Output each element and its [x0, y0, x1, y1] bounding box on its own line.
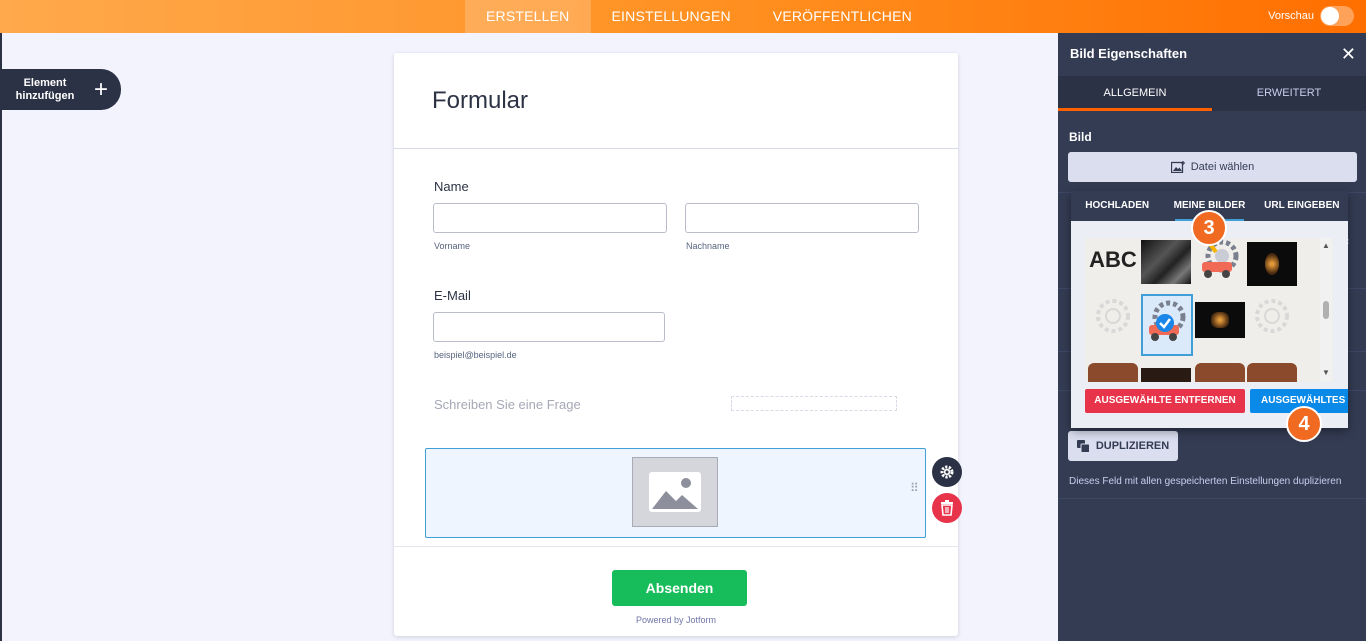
form-footer: Absenden Powered by Jotform	[394, 546, 958, 636]
tab-allgemein[interactable]: ALLGEMEIN	[1058, 76, 1212, 111]
tab-erstellen[interactable]: ERSTELLEN	[465, 0, 591, 33]
image-thumb[interactable]	[1195, 363, 1245, 382]
top-bar: ERSTELLEN EINSTELLUNGEN VERÖFFENTLICHEN …	[0, 0, 1366, 33]
submit-button[interactable]: Absenden	[612, 570, 747, 606]
tab-erweitert[interactable]: ERWEITERT	[1212, 76, 1366, 111]
add-element-label: Element hinzufügen	[15, 76, 75, 102]
builder-tabs: ERSTELLEN EINSTELLUNGEN VERÖFFENTLICHEN	[465, 0, 933, 33]
last-name-input[interactable]	[685, 203, 919, 233]
step-badge-4: 4	[1286, 406, 1322, 442]
duplicate-description: Dieses Feld mit allen gespeicherten Eins…	[1069, 476, 1342, 487]
form-card: Formular Name Vorname Nachname E-Mail be…	[394, 53, 958, 636]
tab-veroeffentlichen[interactable]: VERÖFFENTLICHEN	[752, 0, 933, 33]
left-edge-strip	[0, 33, 2, 641]
first-name-sublabel: Vorname	[434, 241, 471, 251]
scroll-up-icon[interactable]: ▲	[1322, 241, 1330, 250]
email-input[interactable]	[433, 312, 665, 342]
abc-thumb-text: ABC	[1089, 247, 1137, 272]
image-field[interactable]: ⠿	[425, 448, 926, 538]
preview-toggle[interactable]	[1320, 6, 1354, 26]
form-title[interactable]: Formular	[432, 87, 528, 115]
gear-outline-icon	[1255, 299, 1289, 333]
add-element-button[interactable]: Element hinzufügen +	[0, 69, 121, 110]
first-name-input[interactable]	[433, 203, 667, 233]
toggle-knob	[1321, 7, 1339, 25]
step-badge-3: 3	[1191, 210, 1227, 246]
image-thumb[interactable]	[1141, 368, 1191, 382]
drag-handle-icon[interactable]: ⠿	[910, 482, 920, 494]
duplicate-label: DUPLIZIEREN	[1095, 440, 1170, 452]
form-header: Formular	[394, 53, 958, 149]
lamp-shape	[1265, 253, 1279, 275]
gear-outline-icon	[1096, 299, 1130, 333]
scroll-down-icon[interactable]: ▼	[1322, 368, 1330, 377]
delete-field-button[interactable]	[932, 493, 962, 523]
gear-car-icon	[1149, 300, 1186, 341]
tab-hochladen[interactable]: HOCHLADEN	[1071, 191, 1163, 221]
tab-einstellungen[interactable]: EINSTELLUNGEN	[591, 0, 752, 33]
trash-icon	[941, 500, 953, 516]
panel-tabs: ALLGEMEIN ERWEITERT	[1058, 76, 1366, 111]
choose-file-label: Datei wählen	[1190, 161, 1255, 173]
tab-url-eingeben[interactable]: URL EINGEBEN	[1256, 191, 1348, 221]
preview-control: Vorschau	[1268, 6, 1354, 26]
preview-label: Vorschau	[1268, 10, 1314, 22]
image-thumb[interactable]	[1088, 294, 1138, 338]
remove-selected-button[interactable]: AUSGEWÄHLTE ENTFERNEN	[1085, 389, 1245, 413]
powered-by: Powered by Jotform	[635, 615, 717, 625]
bild-label: Bild	[1069, 130, 1092, 144]
question-dashed-box	[731, 396, 897, 411]
image-thumb-selected[interactable]	[1141, 294, 1193, 356]
image-thumb[interactable]	[1247, 242, 1297, 286]
image-gallery: ABC	[1085, 238, 1333, 382]
name-label: Name	[434, 179, 469, 194]
image-thumb[interactable]	[1247, 363, 1297, 382]
scroll-thumb[interactable]	[1323, 301, 1329, 319]
email-sublabel: beispiel@beispiel.de	[434, 350, 517, 360]
image-thumb[interactable]	[1195, 302, 1245, 338]
duplicate-button[interactable]: DUPLIZIEREN	[1068, 431, 1178, 461]
panel-divider	[1058, 498, 1366, 499]
gear-icon	[940, 465, 954, 479]
last-name-sublabel: Nachname	[686, 241, 730, 251]
choose-file-button[interactable]: Datei wählen	[1068, 152, 1357, 182]
field-settings-button[interactable]	[932, 457, 962, 487]
image-thumb[interactable]	[1088, 363, 1138, 382]
lamp-shape	[1211, 312, 1229, 328]
question-placeholder[interactable]: Schreiben Sie eine Frage	[434, 397, 581, 412]
image-thumb[interactable]	[1247, 294, 1297, 338]
image-placeholder-icon	[632, 457, 718, 527]
image-thumb[interactable]	[1141, 240, 1191, 284]
copy-icon	[1076, 439, 1090, 453]
email-label: E-Mail	[434, 288, 471, 303]
image-upload-icon	[1170, 161, 1185, 173]
close-icon[interactable]: ✕	[1341, 44, 1356, 65]
image-thumb[interactable]: ABC	[1088, 238, 1138, 282]
panel-title: Bild Eigenschaften	[1070, 46, 1188, 61]
gallery-scrollbar[interactable]: ▲ ▼	[1320, 238, 1332, 382]
plus-icon: +	[94, 75, 109, 103]
